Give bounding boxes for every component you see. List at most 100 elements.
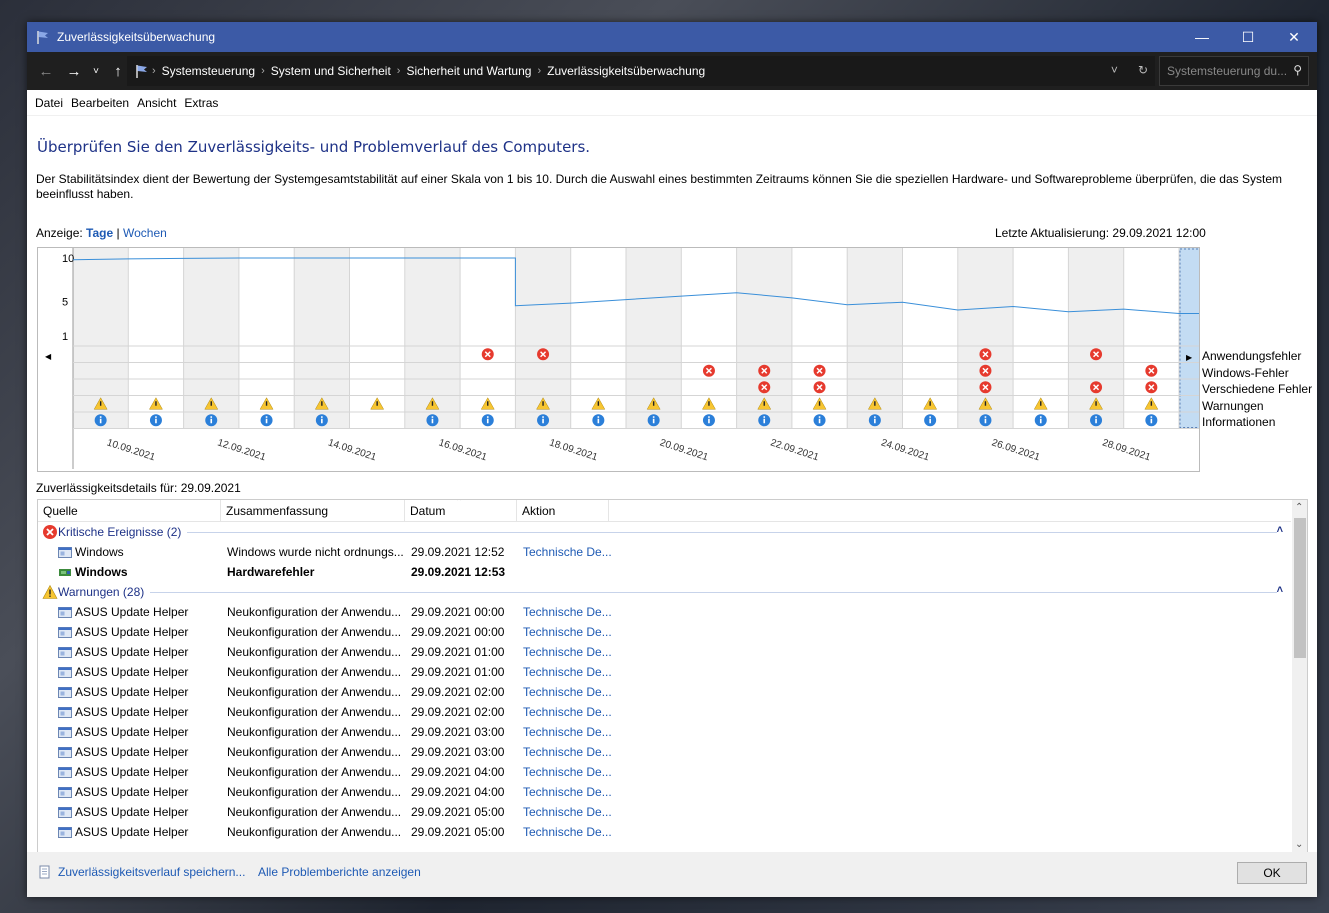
technical-details-link[interactable]: Technische De... xyxy=(517,725,617,739)
all-problem-reports-link[interactable]: Alle Problemberichte anzeigen xyxy=(258,865,421,879)
column-header-date[interactable]: Datum ⌃ xyxy=(405,500,517,522)
row-label-application-errors: Anwendungsfehler xyxy=(1202,349,1302,363)
up-arrow-icon[interactable]: ↑ xyxy=(107,63,129,80)
source-name: ASUS Update Helper xyxy=(75,805,189,819)
cell-date: 29.09.2021 02:00 xyxy=(411,685,505,699)
technical-details-link[interactable]: Technische De... xyxy=(517,765,617,779)
group-header[interactable]: Kritische Ereignisse (2) ˄ xyxy=(38,522,1291,542)
technical-details-link[interactable]: Technische De... xyxy=(517,685,617,699)
table-row[interactable]: ASUS Update Helper Neukonfiguration der A… xyxy=(38,742,1291,762)
breadcrumb-sicherheit-und-wartung[interactable]: Sicherheit und Wartung xyxy=(406,64,531,78)
x-tick-label: 28.09.2021 xyxy=(1101,437,1152,463)
table-row[interactable]: Windows Hardwarefehler 29.09.2021 12:53 xyxy=(38,562,1291,582)
menu-bearbeiten[interactable]: Bearbeiten xyxy=(71,96,129,110)
application-icon xyxy=(58,786,72,798)
technical-details-link[interactable]: Technische De... xyxy=(517,665,617,679)
address-box[interactable]: › Systemsteuerung › System und Sicherhei… xyxy=(127,56,1155,86)
information-mark xyxy=(1150,418,1153,424)
technical-details-link[interactable]: Technische De... xyxy=(517,545,617,559)
cell-summary: Neukonfiguration der Anwendu... xyxy=(227,665,402,679)
x-tick-label: 20.09.2021 xyxy=(658,437,709,463)
warning-mark xyxy=(321,401,323,406)
stability-chart-svg: 10 5 1 10.09.2021 12.09.2021 14.09.2021 16.09.… xyxy=(62,248,1199,469)
search-placeholder: Systemsteuerung du... xyxy=(1167,64,1288,78)
table-row[interactable]: Windows Windows wurde nicht ordnungs... 29… xyxy=(38,542,1291,562)
view-days-link[interactable]: Tage xyxy=(86,226,113,240)
scroll-left-icon[interactable]: ◀ xyxy=(45,352,51,361)
cell-date: 29.09.2021 01:00 xyxy=(411,645,505,659)
cell-date: 29.09.2021 01:00 xyxy=(411,665,505,679)
save-history-link[interactable]: Zuverlässigkeitsverlauf speichern... xyxy=(58,865,245,879)
group-header[interactable]: Warnungen (28) ˄ xyxy=(38,582,1291,602)
cell-summary: Neukonfiguration der Anwendu... xyxy=(227,765,402,779)
view-separator: | xyxy=(116,226,120,240)
warning-mark xyxy=(210,401,212,406)
search-input[interactable]: Systemsteuerung du... ⚲ xyxy=(1159,56,1309,86)
table-row[interactable]: ASUS Update Helper Neukonfiguration der A… xyxy=(38,622,1291,642)
close-button[interactable]: ✕ xyxy=(1271,22,1317,52)
collapse-icon[interactable]: ˄ xyxy=(1277,584,1283,596)
table-row[interactable]: ASUS Update Helper Neukonfiguration der A… xyxy=(38,602,1291,622)
back-arrow-icon[interactable]: ← xyxy=(35,63,57,80)
critical-error-icon xyxy=(43,525,57,539)
chevron-right-icon[interactable]: › xyxy=(537,65,541,77)
column-header-summary[interactable]: Zusammenfassung xyxy=(221,500,405,522)
stability-chart[interactable]: 10 5 1 10.09.2021 12.09.2021 14.09.2021 16.09.… xyxy=(37,247,1200,472)
information-mark xyxy=(155,418,157,424)
technical-details-link[interactable]: Technische De... xyxy=(517,805,617,819)
source-name: ASUS Update Helper xyxy=(75,765,189,779)
table-row[interactable]: ASUS Update Helper Neukonfiguration der A… xyxy=(38,682,1291,702)
menu-extras[interactable]: Extras xyxy=(184,96,218,110)
table-row[interactable]: ASUS Update Helper Neukonfiguration der A… xyxy=(38,822,1291,842)
menu-ansicht[interactable]: Ansicht xyxy=(137,96,176,110)
application-icon xyxy=(58,746,72,758)
breadcrumb-system-und-sicherheit[interactable]: System und Sicherheit xyxy=(271,64,391,78)
source-name: ASUS Update Helper xyxy=(75,785,189,799)
cell-source: ASUS Update Helper xyxy=(38,805,221,819)
technical-details-link[interactable]: Technische De... xyxy=(517,705,617,719)
minimize-button[interactable]: — xyxy=(1179,22,1225,52)
recent-dropdown-icon[interactable]: ˅ xyxy=(85,66,107,77)
menu-datei[interactable]: Datei xyxy=(35,96,63,110)
maximize-button[interactable]: ☐ xyxy=(1225,22,1271,52)
technical-details-link[interactable]: Technische De... xyxy=(517,605,617,619)
technical-details-link[interactable]: Technische De... xyxy=(517,625,617,639)
column-header-action[interactable]: Aktion xyxy=(517,500,609,522)
collapse-icon[interactable]: ˄ xyxy=(1277,524,1283,536)
cell-summary: Neukonfiguration der Anwendu... xyxy=(227,805,402,819)
information-dot xyxy=(486,416,489,418)
table-row[interactable]: ASUS Update Helper Neukonfiguration der A… xyxy=(38,662,1291,682)
vertical-scrollbar[interactable]: ⌃ ⌄ xyxy=(1292,500,1307,852)
search-icon: ⚲ xyxy=(1293,63,1302,77)
warning-mark xyxy=(376,401,378,406)
breadcrumb-zuverlaessigkeitsueberwachung[interactable]: Zuverlässigkeitsüberwachung xyxy=(547,64,705,78)
scroll-right-icon[interactable]: ▶ xyxy=(1186,353,1192,362)
table-row[interactable]: ASUS Update Helper Neukonfiguration der A… xyxy=(38,702,1291,722)
technical-details-link[interactable]: Technische De... xyxy=(517,785,617,799)
breadcrumb-systemsteuerung[interactable]: Systemsteuerung xyxy=(162,64,255,78)
chevron-right-icon[interactable]: › xyxy=(261,65,265,77)
group-divider xyxy=(150,591,1277,593)
chevron-right-icon[interactable]: › xyxy=(397,65,401,77)
scroll-down-icon[interactable]: ⌄ xyxy=(1295,839,1303,850)
table-row[interactable]: ASUS Update Helper Neukonfiguration der A… xyxy=(38,762,1291,782)
scrollbar-thumb[interactable] xyxy=(1294,518,1306,658)
scroll-up-icon[interactable]: ⌃ xyxy=(1295,502,1303,513)
column-header-source[interactable]: Quelle xyxy=(38,500,221,522)
table-row[interactable]: ASUS Update Helper Neukonfiguration der A… xyxy=(38,782,1291,802)
source-name: ASUS Update Helper xyxy=(75,705,189,719)
table-row[interactable]: ASUS Update Helper Neukonfiguration der A… xyxy=(38,802,1291,822)
ok-button[interactable]: OK xyxy=(1237,862,1307,884)
technical-details-link[interactable]: Technische De... xyxy=(517,745,617,759)
table-row[interactable]: ASUS Update Helper Neukonfiguration der A… xyxy=(38,642,1291,662)
view-weeks-link[interactable]: Wochen xyxy=(123,226,167,240)
x-tick-label: 14.09.2021 xyxy=(327,437,378,463)
forward-arrow-icon[interactable]: → xyxy=(63,63,85,80)
chevron-down-icon[interactable]: ˅ xyxy=(1111,63,1118,77)
technical-details-link[interactable]: Technische De... xyxy=(517,825,617,839)
title-bar: Zuverlässigkeitsüberwachung — ☐ ✕ xyxy=(27,22,1317,52)
warning-mark xyxy=(265,401,268,406)
technical-details-link[interactable]: Technische De... xyxy=(517,645,617,659)
table-row[interactable]: ASUS Update Helper Neukonfiguration der A… xyxy=(38,722,1291,742)
refresh-icon[interactable]: ↻ xyxy=(1138,63,1148,77)
